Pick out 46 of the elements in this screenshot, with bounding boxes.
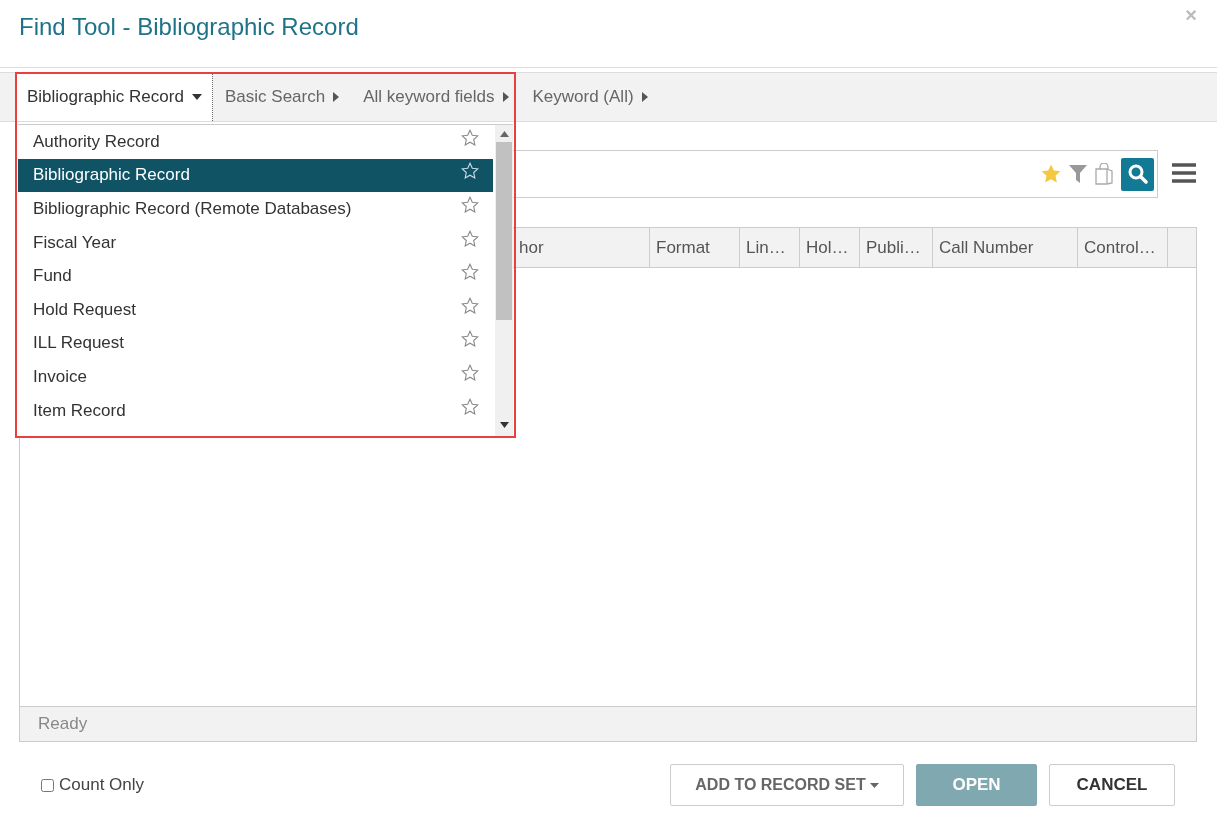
shopping-bag-icon[interactable] xyxy=(1094,163,1114,185)
cancel-button[interactable]: CANCEL xyxy=(1049,764,1175,806)
scrollbar[interactable] xyxy=(495,125,513,436)
caret-right-icon xyxy=(641,92,648,102)
favorite-star-icon[interactable] xyxy=(461,397,480,416)
menu-item[interactable]: Item Record xyxy=(18,393,494,428)
scroll-down-icon[interactable] xyxy=(499,422,509,428)
caret-icon xyxy=(869,782,879,788)
menu-item[interactable]: Authority Record xyxy=(18,125,494,159)
menu-item[interactable]: Bibliographic Record (Remote Databases) xyxy=(18,192,494,226)
star-icon[interactable] xyxy=(1040,163,1062,185)
scroll-up-icon[interactable] xyxy=(499,131,509,137)
search-button[interactable] xyxy=(1121,157,1154,191)
dialog-title: Find Tool - Bibliographic Record xyxy=(19,12,359,41)
caret-right-icon xyxy=(333,92,340,102)
checkbox-label[interactable]: Count Only xyxy=(59,775,145,795)
menu-button[interactable]: ADD TO RECORD SET xyxy=(670,764,904,806)
menu-icon xyxy=(1172,163,1196,183)
column-header[interactable]: Hol… xyxy=(800,228,860,267)
menu-item[interactable]: Hold Request xyxy=(18,292,494,327)
search-icon xyxy=(1127,164,1148,184)
menu-button[interactable] xyxy=(1171,163,1197,185)
column-header[interactable]: Publi… xyxy=(860,228,933,267)
menu-item[interactable]: Invoice xyxy=(18,360,494,394)
column-header[interactable]: Format xyxy=(650,228,740,267)
menu-item[interactable]: Bibliographic Record xyxy=(18,158,494,193)
favorite-star-icon[interactable] xyxy=(461,296,480,315)
filter-icon[interactable] xyxy=(1069,164,1087,184)
breadcrumb-link[interactable]: Basic Search xyxy=(213,73,352,121)
caret-icon xyxy=(191,94,202,100)
favorite-star-icon[interactable] xyxy=(461,330,480,349)
column-header[interactable]: Lin… xyxy=(740,228,800,267)
menu-item[interactable]: ILL Request xyxy=(18,326,494,361)
favorite-star-icon[interactable] xyxy=(461,196,480,214)
favorite-star-icon[interactable] xyxy=(461,229,480,248)
favorite-star-icon[interactable] xyxy=(461,128,480,147)
caret-right-icon xyxy=(502,92,509,102)
breadcrumb-link[interactable]: Keyword (All) xyxy=(520,73,660,121)
checkbox[interactable] xyxy=(41,778,54,792)
favorite-star-icon[interactable] xyxy=(461,363,480,382)
status-text: Ready xyxy=(38,714,88,734)
breadcrumb-link[interactable]: All keyword fields xyxy=(351,73,521,121)
column-header[interactable]: Call Number xyxy=(933,228,1078,267)
record-type-dropdown[interactable]: Bibliographic Record xyxy=(17,73,213,121)
column-header[interactable]: Control… xyxy=(1078,228,1168,267)
favorite-star-icon[interactable] xyxy=(461,263,480,282)
